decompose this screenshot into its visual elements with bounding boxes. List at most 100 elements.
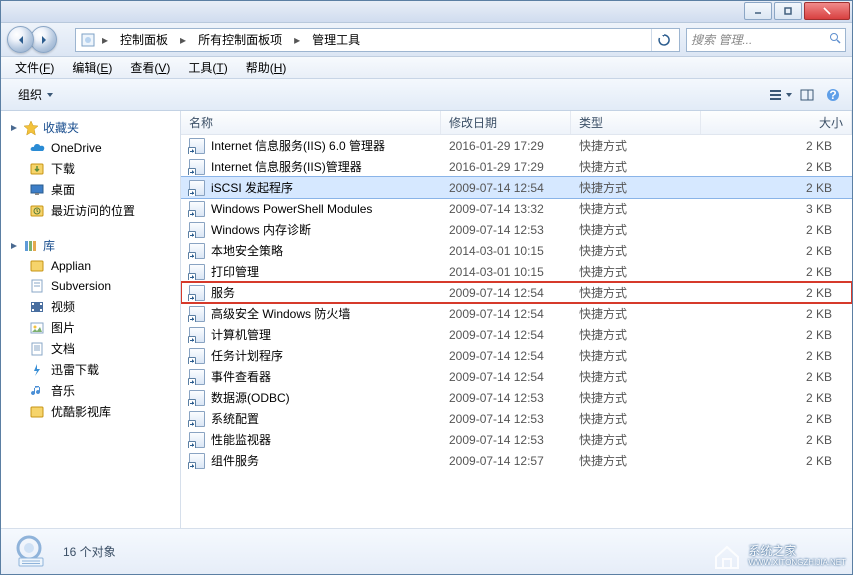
table-row[interactable]: 本地安全策略2014-03-01 10:15快捷方式2 KB: [181, 240, 852, 261]
menu-t[interactable]: 工具(T): [180, 57, 235, 78]
nav-item[interactable]: 音乐: [1, 380, 180, 401]
breadcrumb-item[interactable]: 控制面板: [114, 29, 174, 51]
table-row[interactable]: 计算机管理2009-07-14 12:54快捷方式2 KB: [181, 324, 852, 345]
close-button[interactable]: [804, 2, 850, 20]
search-icon: [829, 32, 841, 47]
nav-head[interactable]: 库: [1, 235, 180, 256]
shortcut-icon: [189, 138, 205, 154]
breadcrumb-item[interactable]: 管理工具: [306, 29, 366, 51]
organize-button[interactable]: 组织: [7, 82, 65, 107]
list-view: 名称 修改日期 类型 大小 Internet 信息服务(IIS) 6.0 管理器…: [181, 111, 852, 528]
search-placeholder: 搜索 管理...: [691, 31, 752, 48]
item-icon: [29, 161, 45, 177]
shortcut-icon: [189, 411, 205, 427]
table-row[interactable]: 事件查看器2009-07-14 12:54快捷方式2 KB: [181, 366, 852, 387]
search-box[interactable]: 搜索 管理...: [686, 28, 846, 52]
house-icon: [712, 541, 742, 571]
menu-v[interactable]: 查看(V): [122, 57, 178, 78]
library-icon: [23, 238, 39, 254]
item-icon: [29, 341, 45, 357]
table-row[interactable]: 组件服务2009-07-14 12:57快捷方式2 KB: [181, 450, 852, 471]
nav-item[interactable]: 视频: [1, 296, 180, 317]
nav-item[interactable]: 迅雷下载: [1, 359, 180, 380]
chevron-right-icon: ▸: [178, 33, 188, 47]
item-icon: [29, 299, 45, 315]
breadcrumb-item[interactable]: 所有控制面板项: [192, 29, 288, 51]
preview-pane-button[interactable]: [794, 83, 820, 107]
nav-item[interactable]: 图片: [1, 317, 180, 338]
col-type[interactable]: 类型: [571, 111, 701, 134]
nav-item[interactable]: 桌面: [1, 179, 180, 200]
status-text: 16 个对象: [63, 543, 116, 560]
shortcut-icon: [189, 180, 205, 196]
address-bar[interactable]: ▸ 控制面板 ▸ 所有控制面板项 ▸ 管理工具: [75, 28, 680, 52]
item-icon: [29, 278, 45, 294]
item-icon: [29, 258, 45, 274]
menu-h[interactable]: 帮助(H): [238, 57, 295, 78]
expand-icon: [9, 241, 19, 251]
table-row[interactable]: Windows PowerShell Modules2009-07-14 13:…: [181, 198, 852, 219]
col-date[interactable]: 修改日期: [441, 111, 571, 134]
nav-item[interactable]: Applian: [1, 256, 180, 276]
shortcut-icon: [189, 285, 205, 301]
table-row[interactable]: Internet 信息服务(IIS)管理器2016-01-29 17:29快捷方…: [181, 156, 852, 177]
control-panel-icon: [80, 32, 96, 48]
back-button[interactable]: [7, 26, 34, 53]
shortcut-icon: [189, 327, 205, 343]
item-icon: [29, 362, 45, 378]
refresh-button[interactable]: [651, 29, 675, 51]
table-row[interactable]: 任务计划程序2009-07-14 12:54快捷方式2 KB: [181, 345, 852, 366]
table-row[interactable]: 服务2009-07-14 12:54快捷方式2 KB: [181, 282, 852, 303]
item-icon: [29, 203, 45, 219]
table-row[interactable]: 高级安全 Windows 防火墙2009-07-14 12:54快捷方式2 KB: [181, 303, 852, 324]
table-row[interactable]: Windows 内存诊断2009-07-14 12:53快捷方式2 KB: [181, 219, 852, 240]
nav-item[interactable]: Subversion: [1, 276, 180, 296]
watermark: 系统之家WWW.XITONGZHIJIA.NET: [712, 541, 846, 571]
nav-item[interactable]: 文档: [1, 338, 180, 359]
table-row[interactable]: iSCSI 发起程序2009-07-14 12:54快捷方式2 KB: [181, 177, 852, 198]
shortcut-icon: [189, 222, 205, 238]
shortcut-icon: [189, 453, 205, 469]
star-icon: [23, 120, 39, 136]
col-size[interactable]: 大小: [701, 111, 852, 134]
view-options-button[interactable]: [768, 83, 794, 107]
nav-head[interactable]: 收藏夹: [1, 117, 180, 138]
explorer-window: ▸ 控制面板 ▸ 所有控制面板项 ▸ 管理工具 搜索 管理... 文件(F)编辑…: [0, 0, 853, 575]
shortcut-icon: [189, 159, 205, 175]
menu-e[interactable]: 编辑(E): [64, 57, 120, 78]
nav-item[interactable]: 优酷影视库: [1, 401, 180, 422]
table-row[interactable]: 打印管理2014-03-01 10:15快捷方式2 KB: [181, 261, 852, 282]
item-icon: [29, 140, 45, 156]
table-row[interactable]: 系统配置2009-07-14 12:53快捷方式2 KB: [181, 408, 852, 429]
shortcut-icon: [189, 369, 205, 385]
watermark-title: 系统之家: [748, 544, 846, 558]
col-name[interactable]: 名称: [181, 111, 441, 134]
shortcut-icon: [189, 432, 205, 448]
organize-label: 组织: [18, 86, 42, 103]
address-row: ▸ 控制面板 ▸ 所有控制面板项 ▸ 管理工具 搜索 管理...: [1, 23, 852, 57]
shortcut-icon: [189, 390, 205, 406]
nav-item[interactable]: 最近访问的位置: [1, 200, 180, 221]
shortcut-icon: [189, 243, 205, 259]
item-icon: [29, 182, 45, 198]
maximize-button[interactable]: [774, 2, 802, 20]
table-row[interactable]: 数据源(ODBC)2009-07-14 12:53快捷方式2 KB: [181, 387, 852, 408]
shortcut-icon: [189, 306, 205, 322]
nav-item[interactable]: OneDrive: [1, 138, 180, 158]
minimize-button[interactable]: [744, 2, 772, 20]
item-icon: [29, 320, 45, 336]
shortcut-icon: [189, 348, 205, 364]
nav-item[interactable]: 下载: [1, 158, 180, 179]
watermark-url: WWW.XITONGZHIJIA.NET: [748, 558, 846, 568]
toolbar: 组织 ?: [1, 79, 852, 111]
svg-text:?: ?: [829, 88, 836, 102]
help-button[interactable]: ?: [820, 83, 846, 107]
item-icon: [29, 383, 45, 399]
titlebar: [1, 1, 852, 23]
menu-f[interactable]: 文件(F): [7, 57, 62, 78]
nav-pane: 收藏夹OneDrive下载桌面最近访问的位置 库ApplianSubversio…: [1, 111, 181, 528]
table-row[interactable]: 性能监视器2009-07-14 12:53快捷方式2 KB: [181, 429, 852, 450]
table-row[interactable]: Internet 信息服务(IIS) 6.0 管理器2016-01-29 17:…: [181, 135, 852, 156]
chevron-down-icon: [785, 91, 793, 99]
forward-button[interactable]: [30, 26, 57, 53]
